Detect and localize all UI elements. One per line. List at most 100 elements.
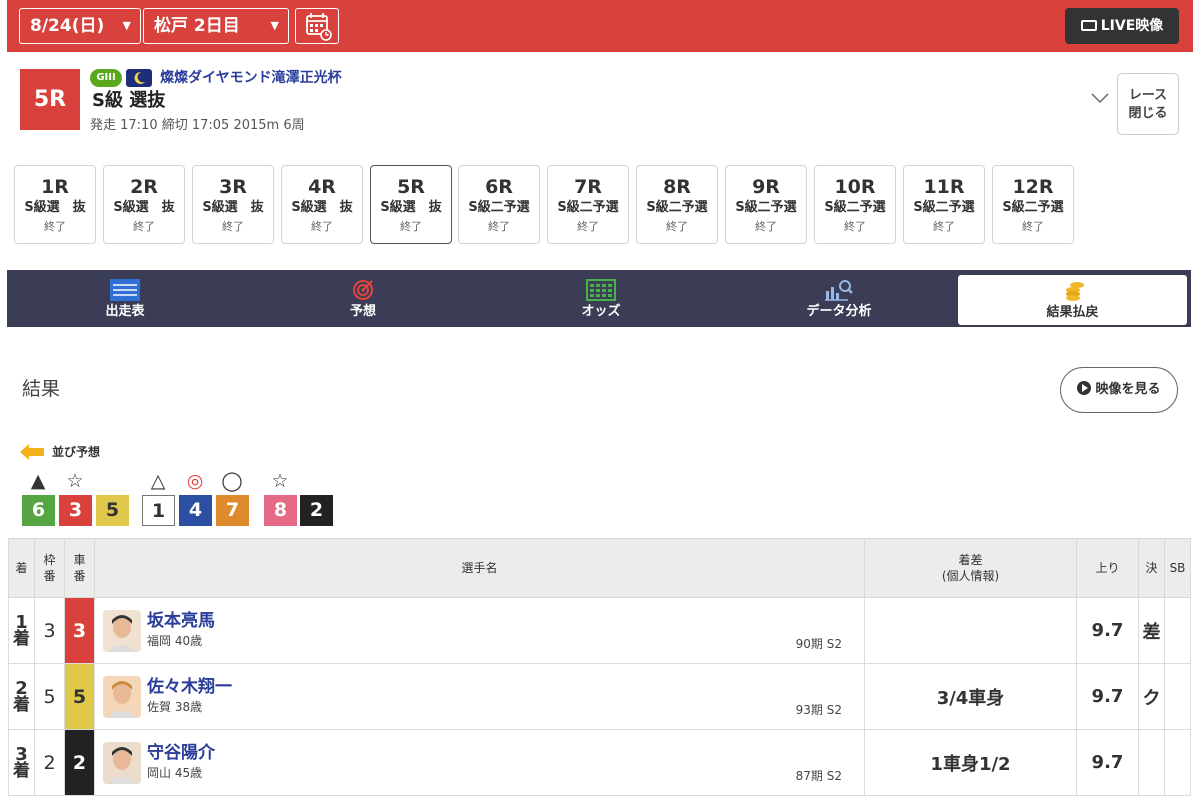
race-tab-class: S級選 抜 bbox=[24, 200, 86, 215]
col-car-line-2: 番 bbox=[73, 569, 86, 583]
cup-name[interactable]: 燦燦ダイヤモンド滝澤正光杯 bbox=[160, 69, 342, 87]
race-tab-status: 終了 bbox=[44, 220, 66, 233]
coins-icon bbox=[1065, 282, 1084, 301]
sb-cell bbox=[1164, 729, 1191, 796]
col-car: 車番 bbox=[64, 538, 95, 598]
top-bar: 8/24(日) ▼ 松戸 2日目 ▼ LIVE映像 bbox=[7, 0, 1193, 52]
nav-odds[interactable]: オッズ bbox=[485, 270, 717, 327]
results-title: 結果 bbox=[22, 378, 61, 400]
race-tab-class: S級二予選 bbox=[557, 200, 619, 215]
rank-suffix: 着 bbox=[13, 628, 30, 649]
date-select[interactable]: 8/24(日) ▼ bbox=[19, 8, 141, 44]
sb-cell bbox=[1164, 597, 1191, 664]
close-race-button[interactable]: レース 閉じる bbox=[1117, 73, 1179, 135]
col-margin: 着差 (個人情報) bbox=[864, 538, 1077, 598]
frame-cell: 3 bbox=[34, 597, 65, 664]
race-tab-class: S級選 抜 bbox=[202, 200, 264, 215]
player-name-link[interactable]: 守谷陽介 bbox=[147, 742, 215, 764]
chevron-down-icon: ▼ bbox=[122, 19, 131, 32]
nav-entry-table[interactable]: 出走表 bbox=[9, 270, 241, 327]
race-tab-2[interactable]: 2R S級選 抜終了 bbox=[103, 165, 185, 244]
car-number-cell: 3 bbox=[64, 597, 95, 664]
prediction-mark: ▲ bbox=[30, 470, 46, 492]
race-tab-number: 4R bbox=[308, 176, 336, 198]
col-frame-line-2: 番 bbox=[43, 569, 56, 583]
race-tab-status: 終了 bbox=[755, 220, 777, 233]
col-kimete: 決 bbox=[1138, 538, 1165, 598]
player-avatar[interactable] bbox=[103, 610, 141, 652]
race-tab-class: S級二予選 bbox=[1002, 200, 1064, 215]
race-nav: 出走表 予想 オッズ データ分析 結果払戻 bbox=[7, 270, 1191, 327]
race-tab-4[interactable]: 4R S級選 抜終了 bbox=[281, 165, 363, 244]
race-tab-class: S級二予選 bbox=[646, 200, 708, 215]
line-car-number: 7 bbox=[216, 495, 249, 526]
race-tab-number: 8R bbox=[663, 176, 691, 198]
nav-prediction[interactable]: 予想 bbox=[247, 270, 479, 327]
race-tab-number: 2R bbox=[130, 176, 158, 198]
kimete-cell bbox=[1138, 729, 1165, 796]
race-tab-3[interactable]: 3R S級選 抜終了 bbox=[192, 165, 274, 244]
race-tab-number: 1R bbox=[41, 176, 69, 198]
player-avatar[interactable] bbox=[103, 676, 141, 718]
race-tab-status: 終了 bbox=[133, 220, 155, 233]
player-name-link[interactable]: 佐々木翔一 bbox=[147, 676, 232, 698]
chevron-down-icon: ▼ bbox=[270, 19, 279, 32]
calendar-button[interactable] bbox=[295, 8, 339, 44]
race-tab-6[interactable]: 6R S級二予選 終了 bbox=[458, 165, 540, 244]
race-tab-class: S級二予選 bbox=[824, 200, 886, 215]
prediction-mark: ◯ bbox=[221, 470, 243, 492]
nav-results[interactable]: 結果払戻 bbox=[958, 275, 1187, 325]
live-video-button[interactable]: LIVE映像 bbox=[1065, 8, 1179, 44]
line-prediction-label: 並び予想 bbox=[52, 445, 101, 459]
arrow-left-icon bbox=[20, 444, 44, 460]
race-tab-9[interactable]: 9R S級二予選 終了 bbox=[725, 165, 807, 244]
car-number-cell: 5 bbox=[64, 663, 95, 730]
race-tab-status: 終了 bbox=[311, 220, 333, 233]
race-tab-8[interactable]: 8R S級二予選 終了 bbox=[636, 165, 718, 244]
rank-cell: 1着 bbox=[8, 597, 35, 664]
prediction-mark: ☆ bbox=[66, 470, 84, 492]
margin-cell bbox=[864, 597, 1077, 664]
race-tab-class: S級選 抜 bbox=[291, 200, 353, 215]
line-car-number: 1 bbox=[142, 495, 175, 526]
race-tab-5[interactable]: 5R S級選 抜終了 bbox=[370, 165, 452, 244]
player-cell: 坂本亮馬 福岡 40歳 90期 S2 bbox=[94, 597, 865, 664]
race-tab-12[interactable]: 12R S級二予選 終了 bbox=[992, 165, 1074, 244]
chevron-down-icon[interactable] bbox=[1090, 88, 1110, 108]
race-tab-number: 3R bbox=[219, 176, 247, 198]
nav-label: 予想 bbox=[349, 304, 376, 319]
race-tab-status: 終了 bbox=[933, 220, 955, 233]
race-tab-7[interactable]: 7R S級二予選 終了 bbox=[547, 165, 629, 244]
race-number-badge: 5R bbox=[20, 69, 80, 130]
agari-cell: 9.7 bbox=[1076, 729, 1139, 796]
player-avatar[interactable] bbox=[103, 742, 141, 784]
car-number-cell: 2 bbox=[64, 729, 95, 796]
play-icon bbox=[1077, 381, 1092, 395]
player-term-class: 87期 S2 bbox=[795, 769, 842, 783]
col-margin-line-1: 着差 bbox=[958, 553, 983, 567]
race-tab-10[interactable]: 10R S級二予選 終了 bbox=[814, 165, 896, 244]
venue-day-select[interactable]: 松戸 2日目 ▼ bbox=[143, 8, 289, 44]
nav-data-analysis[interactable]: データ分析 bbox=[723, 270, 955, 327]
race-tab-11[interactable]: 11R S級二予選 終了 bbox=[903, 165, 985, 244]
tv-icon bbox=[1080, 20, 1097, 31]
rank-cell: 3着 bbox=[8, 729, 35, 796]
player-info: 佐賀 38歳 bbox=[147, 700, 203, 714]
col-frame: 枠番 bbox=[34, 538, 65, 598]
kimete-cell: 差 bbox=[1138, 597, 1165, 664]
chart-search-icon bbox=[825, 280, 853, 301]
watch-video-button[interactable]: 映像を見る bbox=[1060, 367, 1178, 413]
player-name-link[interactable]: 坂本亮馬 bbox=[147, 610, 215, 632]
frame-cell: 5 bbox=[34, 663, 65, 730]
rank-suffix: 着 bbox=[13, 694, 30, 715]
line-car-number: 2 bbox=[300, 495, 333, 526]
col-agari: 上り bbox=[1076, 538, 1139, 598]
live-video-label: LIVE映像 bbox=[1100, 18, 1164, 34]
race-tab-number: 6R bbox=[485, 176, 513, 198]
player-cell: 守谷陽介 岡山 45歳 87期 S2 bbox=[94, 729, 865, 796]
race-tab-status: 終了 bbox=[222, 220, 244, 233]
agari-cell: 9.7 bbox=[1076, 663, 1139, 730]
venue-day-value: 松戸 2日目 bbox=[154, 16, 240, 36]
race-tab-1[interactable]: 1R S級選 抜終了 bbox=[14, 165, 96, 244]
col-name: 選手名 bbox=[94, 538, 865, 598]
